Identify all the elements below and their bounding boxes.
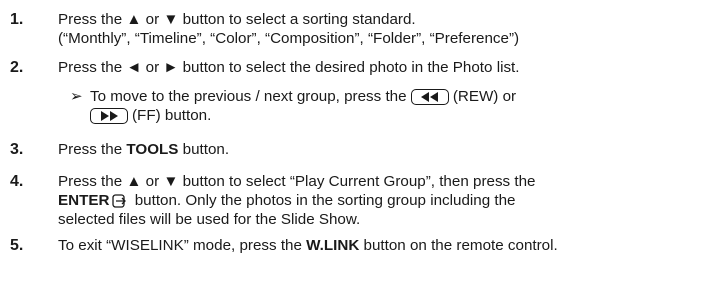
- step-text: Press the ▲ or ▼ button to select a sort…: [58, 11, 416, 28]
- note-text: To move to the previous / next group, pr…: [90, 88, 407, 105]
- enter-button-label: ENTER: [58, 192, 110, 209]
- step-text: Press the ◄ or ► button to select the de…: [58, 59, 520, 76]
- manual-page: 1. Press the ▲ or ▼ button to select a s…: [0, 0, 722, 285]
- sorting-options: (“Monthly”, “Timeline”, “Color”, “Compos…: [58, 30, 520, 47]
- step-number: 3.: [10, 141, 24, 158]
- step-number: 4.: [10, 173, 24, 190]
- text-pre: To exit “WISELINK” mode, press the: [58, 237, 307, 254]
- step-number: 1.: [10, 11, 24, 28]
- tools-button-label: TOOLS: [126, 141, 179, 158]
- text-pre: Press the: [58, 141, 127, 158]
- step-number: 2.: [10, 59, 24, 76]
- text-post: button on the remote control.: [359, 237, 558, 254]
- text-post: button. Only the photos in the sorting g…: [130, 192, 516, 209]
- note-arrow: ➢: [70, 88, 83, 105]
- rewind-icon: [410, 89, 449, 105]
- ff-label: (FF) button.: [132, 107, 212, 124]
- text-post: button.: [178, 141, 230, 158]
- step-number: 5.: [10, 237, 24, 254]
- step-text: To exit “WISELINK” mode, press the W.LIN…: [58, 236, 558, 255]
- step-text: Press the ▲ or ▼ button to select “Play …: [58, 173, 536, 190]
- fast-forward-icon: [90, 108, 128, 124]
- rew-label: (REW) or: [452, 88, 517, 105]
- step-note: ➢ To move to the previous / next group, p…: [70, 87, 516, 106]
- step-text: Press the TOOLS button.: [58, 140, 229, 159]
- wlink-button-label: W.LINK: [306, 237, 360, 254]
- step-text-3: selected files will be used for the Slid…: [58, 211, 361, 228]
- step-note-cont: (FF) button.: [90, 106, 211, 125]
